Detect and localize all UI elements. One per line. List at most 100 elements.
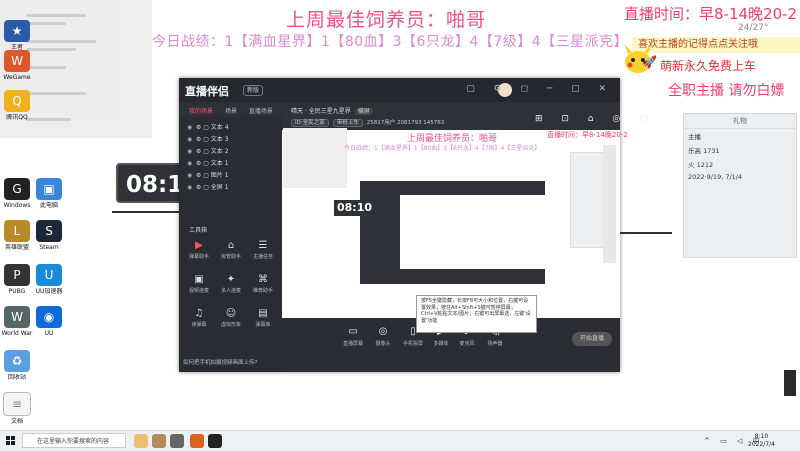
tool-read[interactable]: ♫ 读弹幕: [183, 308, 215, 328]
eye-icon[interactable]: ◉: [187, 124, 194, 131]
wegame-icon: W: [4, 50, 30, 72]
desktop-icon-wangzhe[interactable]: ★ 王者: [0, 20, 34, 51]
nested-preview: [400, 195, 545, 269]
desktop-icon-lol[interactable]: L 英雄联盟: [0, 220, 34, 251]
recommend-icon: ⌘: [258, 274, 268, 285]
eye-icon[interactable]: ◉: [187, 148, 194, 155]
uu-accelerator-icon: U: [36, 264, 62, 286]
desktop-icon-doc[interactable]: ≡ 文档: [0, 392, 34, 425]
window-controls[interactable]: ▢ ⚙ ◻ ─ ▢ ✕: [466, 84, 614, 94]
danmaku-icon: ▶: [195, 240, 203, 251]
taskbar-app-icon[interactable]: [190, 434, 204, 448]
tool-task[interactable]: ☰ 主播任务: [247, 240, 279, 260]
gift-row: 2022·9/19, 7/1/4: [688, 173, 743, 181]
library-icon: ▤: [258, 308, 268, 319]
preview-toolbar-icons[interactable]: ⊞ ⊡ ⌂ ◎ ▢: [535, 114, 656, 124]
eye-icon[interactable]: ◉: [187, 172, 194, 179]
nested-clock: 08:10: [334, 200, 372, 216]
divider: [620, 232, 672, 234]
gift-row: 火 1212: [688, 161, 714, 169]
overlay-live-time: 直播时间：早8-14晚20-2: [624, 5, 798, 23]
lol-icon: L: [4, 220, 30, 242]
desktop-icon-uu2[interactable]: ◉ UU: [32, 306, 66, 337]
tool-avatar[interactable]: ☺ 虚拟形象: [215, 308, 247, 328]
tool-library[interactable]: ▤ 弹幕库: [247, 308, 279, 328]
side-handle[interactable]: [784, 370, 796, 396]
start-live-button[interactable]: 开始直播: [572, 332, 612, 346]
eye-icon[interactable]: ◉: [187, 184, 194, 191]
gift-row: 主播: [688, 133, 701, 141]
computer-icon: ▣: [36, 178, 62, 200]
gift-row: 乐高 1731: [688, 147, 720, 155]
tab-live-scene[interactable]: 直播场景: [249, 108, 273, 115]
windows-start-icon[interactable]: [6, 436, 16, 446]
source-item[interactable]: ◉ ⚙ ▢ 图片 1: [187, 170, 229, 179]
orientation-pill[interactable]: 横屏: [354, 108, 373, 115]
tool-multi[interactable]: ✦ 多人连麦: [215, 274, 247, 294]
document-icon: ≡: [3, 392, 31, 416]
preview-header: 晴天 · 全民三星九星界 横屏: [291, 106, 373, 115]
tool-video[interactable]: ▣ 视频连麦: [183, 274, 215, 294]
source-item[interactable]: ◉ ⚙ ▢ 文本 3: [187, 134, 229, 143]
gift-panel: 礼物 主播 乐高 1731 火 1212 2022·9/19, 7/1/4: [683, 113, 797, 258]
tab-my-scene[interactable]: 我的场景: [189, 108, 213, 115]
hint-link[interactable]: 如何把手机拍摄视频画面上传?: [183, 358, 257, 366]
gift-panel-title: 礼物: [684, 114, 796, 129]
pubg-icon: P: [4, 264, 30, 286]
source-item[interactable]: ◉ ⚙ ▢ 全屏 1: [187, 182, 229, 191]
task-icon: ☰: [258, 240, 268, 251]
recycle-bin-icon: ♻: [4, 350, 30, 372]
tool-danmaku[interactable]: ▶ 弹幕助手: [183, 240, 215, 260]
desktop-icon-recycle[interactable]: ♻ 回收站: [0, 350, 34, 381]
taskbar-search-input[interactable]: 在这里输入你要搜索的内容: [22, 433, 126, 448]
overlay-subtitle: 今日战绩：1【满血星界】1【80血】3【6只龙】4【7级】4【三星派克】: [152, 34, 629, 50]
scene-tabs: 我的场景 场景 直播场景: [189, 106, 283, 115]
desktop-icon-steam[interactable]: S Steam: [32, 220, 66, 251]
eye-icon[interactable]: ◉: [187, 136, 194, 143]
desktop-icon-wegame[interactable]: W WeGame: [0, 50, 34, 81]
windows-app-icon: G: [4, 178, 30, 200]
source-item[interactable]: ◉ ⚙ ▢ 文本 1: [187, 158, 229, 167]
nested-scrollbar: [603, 145, 616, 263]
source-item[interactable]: ◉ ⚙ ▢ 文本 2: [187, 146, 229, 155]
desktop-icon-windows[interactable]: G Windows: [0, 178, 34, 209]
source-item[interactable]: ◉ ⚙ ▢ 文本 4: [187, 122, 229, 131]
screen-icon: ▭: [348, 326, 358, 337]
nested-app-window: [360, 181, 545, 284]
divider: [112, 211, 182, 213]
tool-recommend[interactable]: ⌘ 推荐助手: [247, 274, 279, 294]
taskbar-app-icon[interactable]: [134, 434, 148, 448]
rocket-icon: 🚀: [642, 55, 657, 69]
camera-icon: ◎: [378, 326, 388, 337]
version-badge: 新版: [243, 85, 264, 96]
video-icon: ▣: [194, 274, 204, 285]
desktop-icon-qq[interactable]: Q 腾讯QQ: [0, 90, 34, 121]
preview-subheader: ID:全民之家 带粉上车 25817用户 2081793 145763: [291, 118, 444, 127]
toolbox-title: 工具箱: [189, 227, 208, 234]
desktop-icon-uu[interactable]: U UU加速器: [32, 264, 66, 295]
desktop-icon-thispc[interactable]: ▣ 此电脑: [32, 178, 66, 209]
eye-icon[interactable]: ◉: [187, 160, 194, 167]
wangzhe-icon: ★: [4, 20, 30, 42]
taskbar-app-icon[interactable]: [152, 434, 166, 448]
tab-scene[interactable]: 场景: [225, 108, 237, 115]
weather-readout: 24/27°: [738, 23, 769, 33]
worldwar-icon: W: [4, 306, 30, 328]
desktop-icon-pubg[interactable]: P PUBG: [0, 264, 34, 295]
overlay-lead: 萌新永久免费上车: [660, 59, 757, 73]
taskbar-app-icon[interactable]: [208, 434, 222, 448]
tool-manager[interactable]: ⌂ 房管助手: [215, 240, 247, 260]
multi-icon: ✦: [226, 274, 236, 285]
clock-widget: 08:10: [116, 163, 199, 203]
read-icon: ♫: [194, 308, 204, 319]
title-bar[interactable]: 直播伴侣 新版 ▢ ⚙ ◻ ─ ▢ ✕: [179, 78, 620, 102]
avatar-icon: ☺: [225, 308, 237, 319]
overlay-ticker: 喜欢主播的记得点点关注哦: [632, 37, 800, 53]
steam-icon: S: [36, 220, 62, 242]
btn-screen[interactable]: ▭ 直播屏幕: [340, 326, 366, 347]
taskbar-app-icon[interactable]: [170, 434, 184, 448]
nested-subtitle: 今日战绩：1【满血星界】1【80血】3【6只龙】4【7级】4【三星派克】: [344, 145, 541, 152]
btn-camera[interactable]: ◎ 摄像头: [370, 326, 396, 347]
desktop-icon-worldwar[interactable]: W World War: [0, 306, 34, 337]
taskbar-clock[interactable]: 8:10 2022/7/4: [748, 433, 775, 449]
